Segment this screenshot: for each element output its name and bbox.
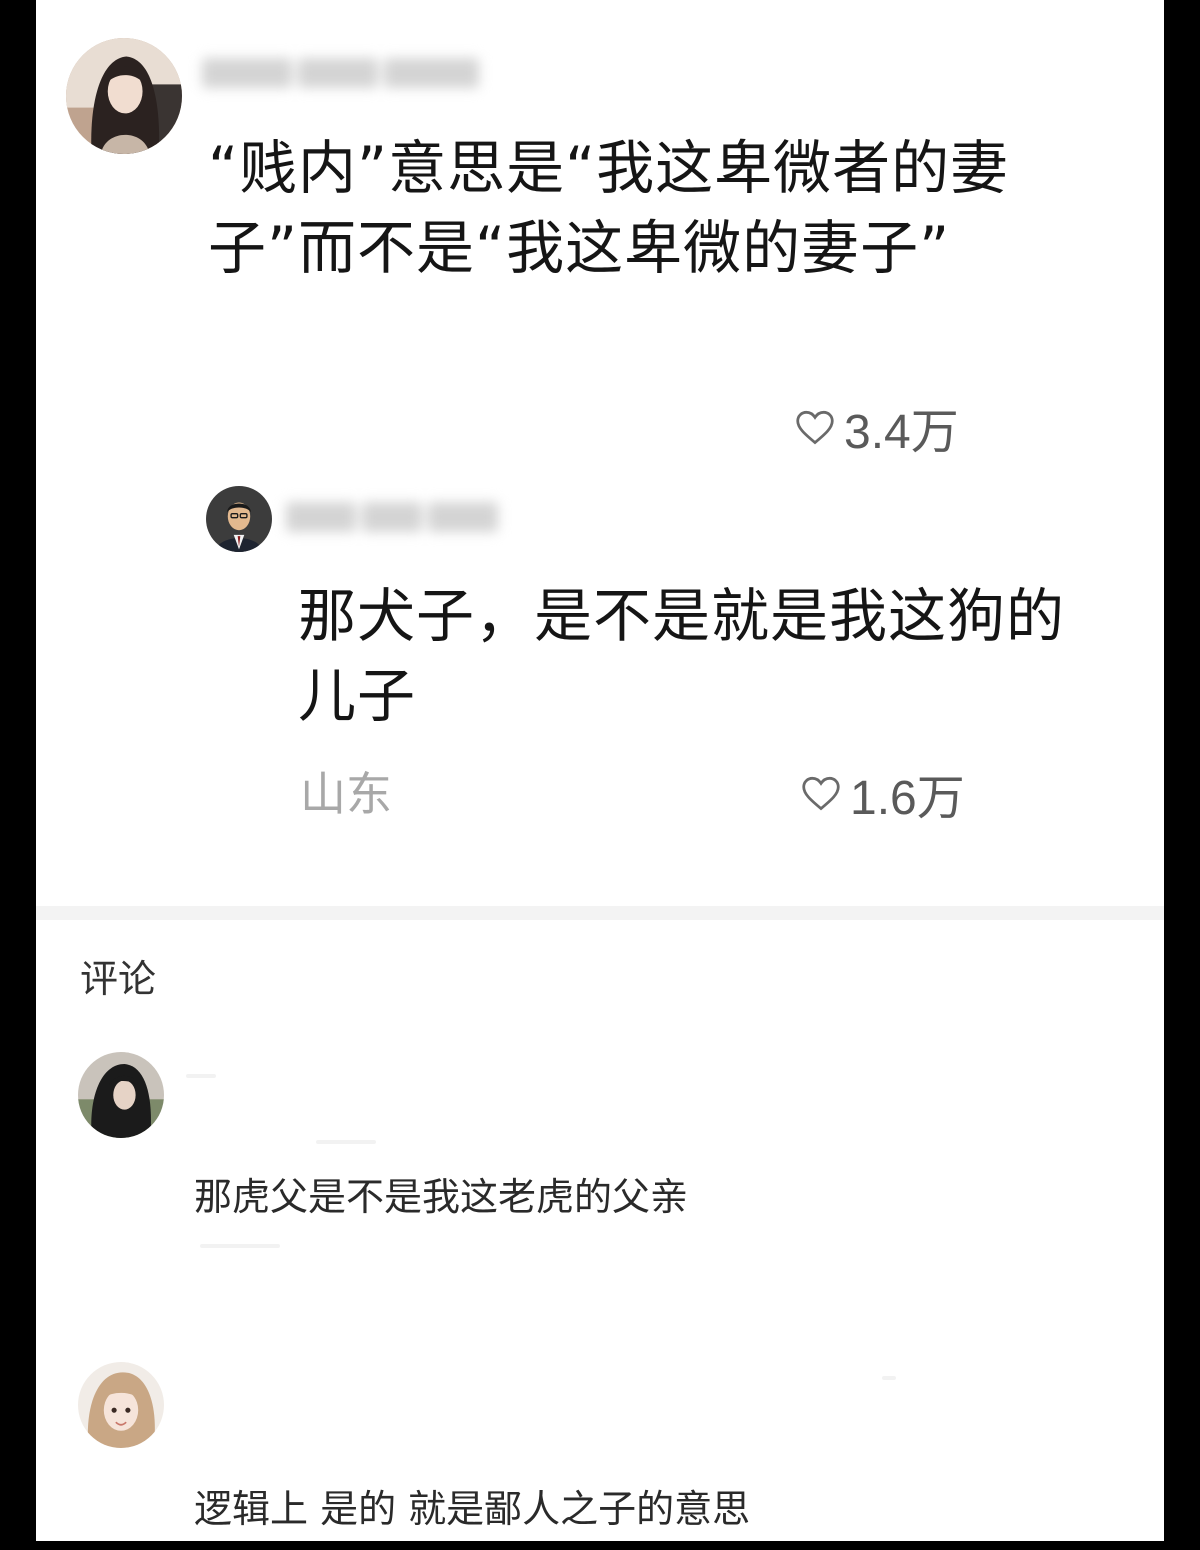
- avatar-girl-icon: [78, 1052, 164, 1138]
- comment-username-faded: [186, 1074, 216, 1078]
- reply-location: 山东: [300, 767, 392, 821]
- reply-like-count: 1.6万: [850, 772, 965, 825]
- comments-section-title: 评论: [80, 957, 157, 1001]
- reply-avatar[interactable]: [206, 486, 272, 552]
- top-comment-avatar[interactable]: [66, 38, 182, 154]
- reply-text: 那犬子，是不是就是我这狗的儿子: [298, 582, 1066, 730]
- comment-avatar[interactable]: [78, 1052, 164, 1138]
- top-comment-like-count: 3.4万: [844, 406, 959, 459]
- comment-text: 逻辑上 是的 就是鄙人之子的意思: [194, 1487, 751, 1531]
- screen: “贱内”意思是“我这卑微者的妻子”而不是“我这卑微的妻子” 3.4万 那犬子，是…: [36, 0, 1164, 1541]
- heart-outline-icon: [802, 776, 840, 811]
- heart-outline-icon: [796, 410, 834, 445]
- reply-like-button[interactable]: 1.6万: [800, 758, 965, 828]
- avatar-girl-blonde-icon: [78, 1362, 164, 1448]
- reply-username-blurred: [286, 502, 498, 532]
- top-comment-username-blurred: [202, 58, 479, 88]
- avatar-man-suit-icon: [206, 486, 272, 552]
- section-divider: [36, 906, 1164, 920]
- comment-avatar[interactable]: [78, 1362, 164, 1448]
- comment-text: 那虎父是不是我这老虎的父亲: [194, 1175, 689, 1219]
- comment-time-faded: [200, 1244, 280, 1248]
- top-comment-like-button[interactable]: 3.4万: [794, 392, 959, 462]
- avatar-woman-icon: [66, 38, 182, 154]
- top-comment-text: “贱内”意思是“我这卑微者的妻子”而不是“我这卑微的妻子”: [208, 134, 1010, 282]
- comment-meta-faded: [882, 1376, 896, 1380]
- comment-meta-faded: [316, 1140, 376, 1144]
